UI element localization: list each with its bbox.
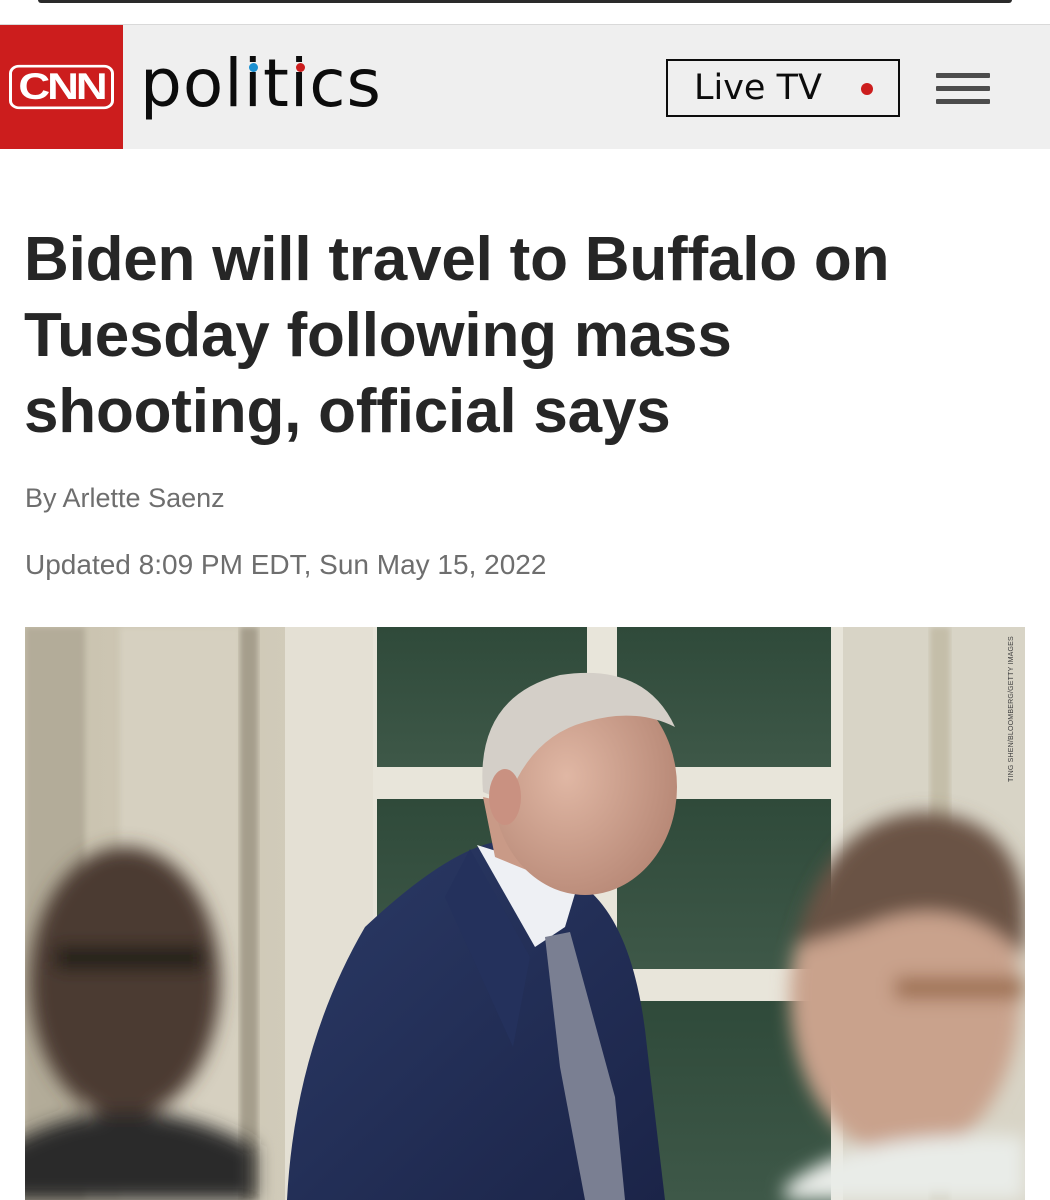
menu-bar xyxy=(936,99,990,104)
author-link[interactable]: Arlette Saenz xyxy=(63,483,225,513)
section-title-part: pol xyxy=(140,45,244,122)
cnn-logo[interactable]: CNN xyxy=(0,25,123,149)
red-dot-icon xyxy=(295,63,305,72)
article-photo[interactable] xyxy=(25,627,1025,1200)
section-title-politics[interactable]: poli ti cs xyxy=(140,39,382,129)
section-title-letter-i-blue: i xyxy=(243,45,263,122)
byline-prefix: By xyxy=(25,483,63,513)
site-header: CNN poli ti cs Live TV xyxy=(0,24,1050,149)
section-title-letter-i-red: i xyxy=(289,45,310,122)
live-tv-label: Live TV xyxy=(694,68,822,108)
byline: By Arlette Saenz xyxy=(25,481,225,515)
cnn-logo-text: CNN xyxy=(9,64,114,110)
live-tv-button[interactable]: Live TV xyxy=(666,59,900,117)
hamburger-menu-icon[interactable] xyxy=(936,73,990,113)
section-title-part: cs xyxy=(309,45,382,122)
menu-bar xyxy=(936,86,990,91)
photo-illustration xyxy=(25,627,1025,1200)
menu-bar xyxy=(936,73,990,78)
updated-timestamp: Updated 8:09 PM EDT, Sun May 15, 2022 xyxy=(25,549,547,580)
article-headline: Biden will travel to Buffalo on Tuesday … xyxy=(24,225,890,446)
live-indicator-icon xyxy=(861,83,873,95)
section-title-part: t xyxy=(262,45,290,122)
top-strip xyxy=(0,0,1050,24)
top-divider xyxy=(38,0,1012,3)
blue-dot-icon xyxy=(249,63,259,72)
